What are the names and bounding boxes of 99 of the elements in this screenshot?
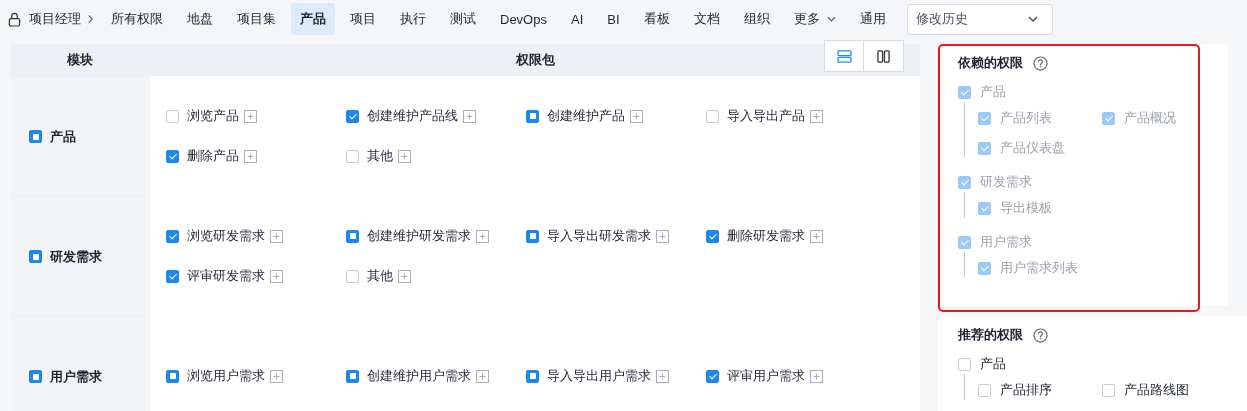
expand-icon[interactable] — [244, 149, 257, 163]
permission-label: 浏览研发需求 — [187, 227, 265, 245]
checkbox[interactable] — [166, 369, 179, 383]
checkbox[interactable] — [166, 229, 179, 243]
nav-tab[interactable]: 项目 — [341, 3, 385, 35]
nav-tab[interactable]: 文档 — [684, 3, 729, 35]
tree-label: 产品列表 — [1000, 109, 1052, 127]
column-header: 权限包 — [514, 51, 556, 69]
tree-label: 导出模板 — [1000, 199, 1052, 217]
nav-tab[interactable]: 项目集 — [228, 3, 285, 35]
panel-title: 依赖的权限 — [958, 54, 1023, 72]
checkbox[interactable] — [166, 149, 179, 163]
chevron-down-icon — [826, 16, 836, 22]
expand-icon[interactable] — [270, 229, 283, 243]
tree-label: 产品仪表盘 — [1000, 139, 1065, 157]
permission-label: 浏览用户需求 — [187, 367, 265, 385]
expand-icon[interactable] — [476, 229, 489, 243]
expand-icon[interactable] — [810, 229, 823, 243]
checkbox[interactable] — [346, 369, 359, 383]
permission-label: 导入导出产品 — [727, 107, 805, 125]
module-name: 研发需求 — [50, 247, 102, 266]
panel-title: 推荐的权限 — [958, 326, 1023, 344]
expand-icon[interactable] — [270, 369, 283, 383]
expand-icon[interactable] — [810, 369, 823, 383]
chevron-down-icon — [1027, 16, 1038, 22]
tree-label: 用户需求列表 — [1000, 259, 1078, 277]
checkbox[interactable] — [29, 370, 42, 383]
columns-icon — [877, 49, 890, 63]
tree-label: 研发需求 — [980, 173, 1032, 191]
permission-label: 删除研发需求 — [727, 227, 805, 245]
permission-label: 删除产品 — [187, 147, 239, 165]
tree-label: 产品 — [980, 355, 1006, 373]
column-header: 模块 — [65, 51, 94, 69]
checkbox[interactable] — [526, 229, 539, 243]
expand-icon[interactable] — [398, 269, 411, 283]
nav-tab[interactable]: 通用 — [850, 3, 895, 35]
expand-icon[interactable] — [656, 229, 669, 243]
checkbox[interactable] — [346, 149, 359, 163]
permission-label: 创建维护用户需求 — [367, 367, 471, 385]
nav-tab[interactable]: 看板 — [634, 3, 679, 35]
permission-label: 评审研发需求 — [187, 267, 265, 285]
tree-label: 用户需求 — [980, 233, 1032, 251]
checkbox[interactable] — [29, 250, 42, 263]
expand-icon[interactable] — [630, 109, 643, 123]
permission-label: 其他 — [367, 147, 393, 165]
expand-icon[interactable] — [244, 109, 257, 123]
checkbox[interactable] — [346, 109, 359, 123]
permission-label: 其他 — [367, 267, 393, 285]
nav-tab[interactable]: BI — [598, 3, 629, 35]
checkbox[interactable] — [978, 383, 991, 397]
nav-tab[interactable]: 地盘 — [178, 3, 222, 35]
expand-icon[interactable] — [270, 269, 283, 283]
nav-tab[interactable]: 所有权限 — [102, 3, 172, 35]
nav-tab[interactable]: AI — [561, 3, 593, 35]
expand-icon[interactable] — [463, 109, 476, 123]
chevron-right-icon — [87, 14, 94, 24]
module-name: 产品 — [50, 127, 76, 146]
nav-tab[interactable]: 产品 — [291, 3, 335, 35]
tree-label: 产品 — [980, 83, 1006, 101]
tree-label: 产品排序 — [1000, 381, 1052, 399]
permission-label: 评审用户需求 — [727, 367, 805, 385]
permission-label: 创建维护研发需求 — [367, 227, 471, 245]
nav-tab[interactable]: 组织 — [734, 3, 779, 35]
column-view-button[interactable] — [864, 40, 904, 72]
nav-tab[interactable]: 更多 — [784, 3, 845, 35]
checkbox[interactable] — [346, 269, 359, 283]
permission-label: 导入导出用户需求 — [547, 367, 651, 385]
nav-tab[interactable]: DevOps — [491, 3, 556, 35]
permission-label: 导入导出研发需求 — [547, 227, 651, 245]
rows-icon — [836, 49, 852, 63]
help-icon[interactable] — [1033, 327, 1048, 343]
checkbox[interactable] — [958, 357, 971, 371]
breadcrumb-link[interactable]: 项目经理 — [29, 10, 81, 28]
tree-label: 产品路线图 — [1124, 381, 1189, 399]
expand-icon[interactable] — [398, 149, 411, 163]
nav-tab[interactable]: 测试 — [441, 3, 485, 35]
checkbox[interactable] — [29, 130, 42, 143]
checkbox[interactable] — [526, 369, 539, 383]
nav-tab[interactable]: 执行 — [391, 3, 435, 35]
expand-icon[interactable] — [656, 369, 669, 383]
checkbox[interactable] — [346, 229, 359, 243]
expand-icon[interactable] — [476, 369, 489, 383]
checkbox[interactable] — [166, 109, 179, 123]
expand-icon[interactable] — [810, 109, 823, 123]
checkbox[interactable] — [706, 109, 719, 123]
permission-label: 创建维护产品线 — [367, 107, 458, 125]
checkbox[interactable] — [706, 369, 719, 383]
checkbox[interactable] — [1102, 383, 1115, 397]
permission-label: 创建维护产品 — [547, 107, 625, 125]
checkbox[interactable] — [166, 269, 179, 283]
history-select[interactable]: 修改历史 — [906, 3, 1053, 35]
lock-icon — [8, 11, 21, 27]
tree-label: 产品概况 — [1124, 109, 1176, 127]
module-name: 用户需求 — [50, 367, 102, 386]
checkbox[interactable] — [526, 109, 539, 123]
checkbox[interactable] — [706, 229, 719, 243]
permission-label: 浏览产品 — [187, 107, 239, 125]
help-icon[interactable] — [1033, 55, 1048, 71]
row-view-button[interactable] — [824, 40, 864, 72]
